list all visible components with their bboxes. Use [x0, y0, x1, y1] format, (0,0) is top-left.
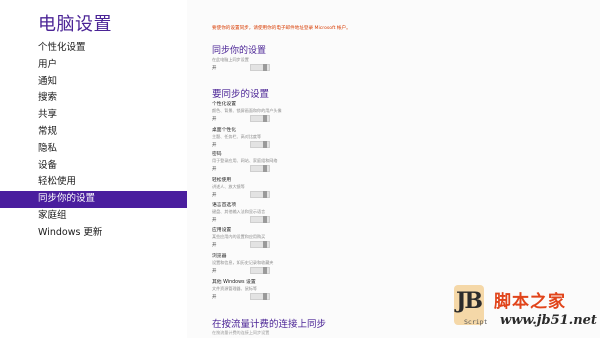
setting-desc: 设置和信息，如历史记录和收藏夹 — [212, 260, 274, 265]
sidebar-item-sync-settings[interactable]: 同步你的设置 — [0, 191, 187, 208]
setting-item: 浏览器 设置和信息，如历史记录和收藏夹 开 — [212, 254, 372, 276]
setting-item: 应用设置 某些应用内的设置和应用购买 开 — [212, 228, 372, 250]
toggle-state-label: 开 — [212, 217, 217, 223]
logo-letters: JB — [456, 288, 483, 314]
toggle-thumb — [263, 292, 267, 300]
toggle-thumb — [263, 164, 267, 172]
toggle-thumb — [263, 215, 267, 223]
watermark-logo: JB Script 脚本之家 www.jb51.net — [440, 283, 600, 338]
toggle-thumb — [263, 114, 267, 122]
logo-subtext: Script — [464, 318, 488, 326]
sidebar-item-general[interactable]: 常规 — [0, 124, 187, 141]
toggle-thumb — [263, 190, 267, 198]
sidebar-item-share[interactable]: 共享 — [0, 107, 187, 124]
toggle-state-label: 开 — [212, 268, 217, 274]
setting-toggle[interactable] — [250, 215, 270, 223]
toggle-thumb — [263, 140, 267, 148]
metered-heading: 在按流量计费的连接上同步 — [212, 319, 327, 330]
setting-toggle[interactable] — [250, 292, 270, 300]
sync-toggle[interactable] — [250, 63, 270, 71]
sync-master-setting: 在此电脑上同步设置 开 — [212, 57, 372, 73]
sidebar-item-homegroup[interactable]: 家庭组 — [0, 208, 187, 225]
toggle-state-label: 开 — [212, 142, 217, 148]
setting-toggle[interactable] — [250, 114, 270, 122]
setting-toggle[interactable] — [250, 140, 270, 148]
setting-toggle[interactable] — [250, 164, 270, 172]
sidebar-item-windows-update[interactable]: Windows 更新 — [0, 225, 187, 242]
site-url: www.jb51.net — [500, 313, 597, 328]
sidebar-item-notifications[interactable]: 通知 — [0, 74, 187, 91]
sidebar-item-devices[interactable]: 设备 — [0, 158, 187, 175]
setting-toggle[interactable] — [250, 266, 270, 274]
sidebar-item-ease-of-access[interactable]: 轻松使用 — [0, 174, 187, 191]
toggle-thumb — [263, 63, 267, 71]
sidebar-nav: 个性化设置 用户 通知 搜索 共享 常规 隐私 设备 轻松使用 同步你的设置 家… — [0, 40, 187, 242]
toggle-thumb — [263, 266, 267, 274]
sidebar-item-search[interactable]: 搜索 — [0, 90, 187, 107]
setting-toggle[interactable] — [250, 240, 270, 248]
setting-item: 语言首选项 键盘、其他输入法和显示语言 开 — [212, 203, 372, 225]
toggle-state-label: 开 — [212, 294, 217, 300]
sign-in-warning[interactable]: 要使你的设置同步，请使用你的电子邮件地址登录 Microsoft 帐户。 — [212, 25, 351, 31]
toggle-state-label: 开 — [212, 116, 217, 122]
setting-desc: 颜色、背景、锁屏画面和你的用户头像 — [212, 108, 282, 113]
setting-desc: 在此电脑上同步设置 — [212, 57, 249, 62]
setting-desc: 主题、任务栏、高对比度等 — [212, 134, 262, 139]
sidebar: 电脑设置 个性化设置 用户 通知 搜索 共享 常规 隐私 设备 轻松使用 同步你… — [0, 0, 187, 338]
what-to-sync-heading: 要同步的设置 — [212, 89, 270, 100]
setting-toggle[interactable] — [250, 190, 270, 198]
setting-desc: 文件资源管理器、鼠标等 — [212, 286, 258, 291]
metered-desc: 在按流量计费的连接上同步设置 — [212, 330, 270, 335]
sidebar-item-personalize[interactable]: 个性化设置 — [0, 40, 187, 57]
sidebar-item-privacy[interactable]: 隐私 — [0, 141, 187, 158]
setting-item: 密码 用于登录应用、网站、家庭组和网络 开 — [212, 152, 372, 174]
setting-desc: 某些应用内的设置和应用购买 — [212, 234, 266, 239]
toggle-thumb — [263, 240, 267, 248]
setting-item: 个性化设置 颜色、背景、锁屏画面和你的用户头像 开 — [212, 102, 372, 124]
setting-desc: 讲述人、放大镜等 — [212, 184, 245, 189]
setting-item: 桌面个性化 主题、任务栏、高对比度等 开 — [212, 128, 372, 150]
toggle-state-label: 开 — [212, 166, 217, 172]
toggle-state-label: 开 — [212, 192, 217, 198]
setting-item: 其他 Windows 设置 文件资源管理器、鼠标等 开 — [212, 280, 372, 302]
toggle-state-label: 开 — [212, 242, 217, 248]
toggle-state-label: 开 — [212, 65, 217, 71]
sidebar-item-users[interactable]: 用户 — [0, 57, 187, 74]
site-name: 脚本之家 — [494, 292, 566, 312]
setting-desc: 用于登录应用、网站、家庭组和网络 — [212, 158, 278, 163]
setting-desc: 键盘、其他输入法和显示语言 — [212, 209, 266, 214]
setting-item: 轻松使用 讲述人、放大镜等 开 — [212, 178, 372, 200]
sync-section-heading: 同步你的设置 — [212, 46, 267, 56]
app-title: 电脑设置 — [38, 14, 112, 35]
